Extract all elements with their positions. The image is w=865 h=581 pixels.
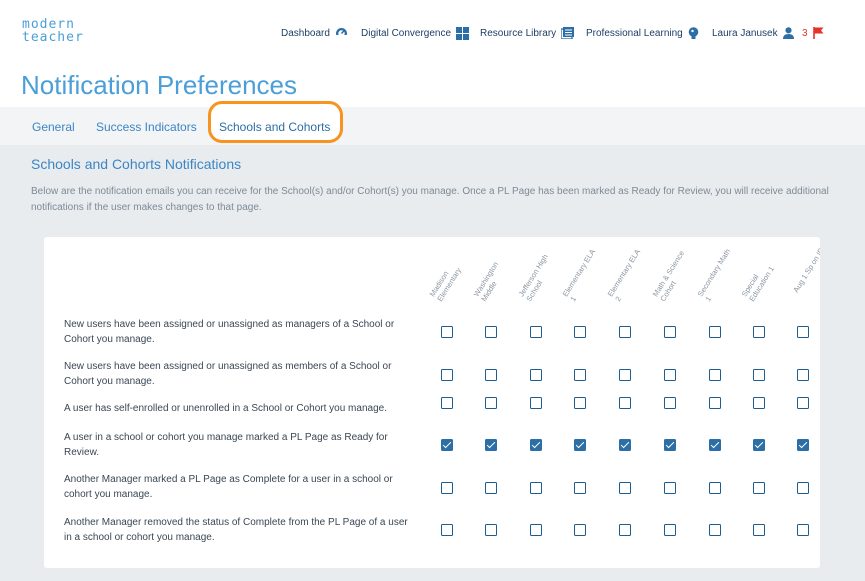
nav-resource-library-label: Resource Library <box>480 27 557 39</box>
row-label: Another Manager marked a PL Page as Comp… <box>64 474 393 500</box>
notification-checkbox[interactable] <box>709 326 721 338</box>
notification-checkbox[interactable] <box>664 524 676 536</box>
column-header: Special Education 1 <box>739 264 776 303</box>
notification-checkbox[interactable] <box>530 326 542 338</box>
modern-teacher-logo[interactable]: modern teacher <box>22 18 84 44</box>
column-header: Washington Middle <box>471 260 501 303</box>
notification-checkbox[interactable] <box>797 369 809 381</box>
row-label: A user in a school or cohort you manage … <box>64 432 388 458</box>
notification-checkbox[interactable] <box>441 369 453 381</box>
notification-checkbox[interactable] <box>797 326 809 338</box>
notification-checkbox[interactable] <box>664 439 676 451</box>
notification-checkbox[interactable] <box>797 439 809 451</box>
notification-checkbox[interactable] <box>709 369 721 381</box>
notification-checkbox[interactable] <box>753 482 765 494</box>
notification-checkbox[interactable] <box>441 397 453 409</box>
notification-checkbox[interactable] <box>664 326 676 338</box>
notification-checkbox[interactable] <box>797 524 809 536</box>
notification-checkbox[interactable] <box>753 397 765 409</box>
notification-checkbox[interactable] <box>797 482 809 494</box>
top-header: modern teacher Dashboard Digital Converg… <box>0 0 865 107</box>
notification-checkbox[interactable] <box>530 397 542 409</box>
notification-checkbox[interactable] <box>441 482 453 494</box>
notification-checkbox[interactable] <box>709 439 721 451</box>
notification-checkbox[interactable] <box>574 369 586 381</box>
notification-checkbox[interactable] <box>485 524 497 536</box>
section-description: Below are the notification emails you ca… <box>31 186 829 213</box>
notification-checkbox[interactable] <box>574 326 586 338</box>
notification-checkbox[interactable] <box>753 439 765 451</box>
flag-icon <box>812 27 824 39</box>
user-name: Laura Janusek <box>712 27 778 39</box>
nav-dashboard-label: Dashboard <box>281 27 330 39</box>
row-label: New users have been assigned or unassign… <box>64 361 392 387</box>
notification-checkbox[interactable] <box>797 397 809 409</box>
row-label: New users have been assigned or unassign… <box>64 319 395 345</box>
nav-digital-convergence[interactable]: Digital Convergence <box>361 27 470 40</box>
notification-checkbox[interactable] <box>485 397 497 409</box>
lightbulb-icon <box>688 27 699 39</box>
notification-checkbox[interactable] <box>664 369 676 381</box>
gauge-icon <box>334 28 348 39</box>
notification-matrix-card: Madison Elementary Washington Middle Jeffe… <box>44 237 820 568</box>
nav-digital-convergence-label: Digital Convergence <box>361 28 452 39</box>
user-icon <box>782 27 794 39</box>
row-label: A user has self-enrolled or unenrolled i… <box>64 403 387 414</box>
column-header: Math & Science Cohort <box>650 248 687 303</box>
notification-checkbox[interactable] <box>485 369 497 381</box>
notifications[interactable]: 3 <box>802 27 824 39</box>
column-header: Jefferson High School <box>516 252 550 303</box>
notification-checkbox[interactable] <box>619 397 631 409</box>
library-icon <box>561 27 575 39</box>
notification-checkbox[interactable] <box>664 397 676 409</box>
notification-checkbox[interactable] <box>709 524 721 536</box>
notification-checkbox[interactable] <box>485 482 497 494</box>
notification-checkbox[interactable] <box>530 524 542 536</box>
row-label: Another Manager removed the status of Co… <box>64 517 408 543</box>
column-header: Madison Elementary <box>427 266 464 303</box>
notification-checkbox[interactable] <box>619 524 631 536</box>
notification-checkbox[interactable] <box>709 482 721 494</box>
notification-checkbox[interactable] <box>753 326 765 338</box>
notification-checkbox[interactable] <box>441 439 453 451</box>
column-header: Elementary ELA 1 <box>560 247 597 303</box>
notification-checkbox[interactable] <box>574 439 586 451</box>
notification-count: 3 <box>802 27 808 39</box>
tab-general[interactable]: General <box>32 120 75 134</box>
page-title: Notification Preferences <box>21 70 298 100</box>
notification-checkbox[interactable] <box>619 369 631 381</box>
user-menu[interactable]: Laura Janusek <box>712 27 794 39</box>
tab-schools-and-cohorts[interactable]: Schools and Cohorts <box>219 120 330 134</box>
notification-checkbox[interactable] <box>574 482 586 494</box>
notification-checkbox[interactable] <box>709 397 721 409</box>
notification-checkbox[interactable] <box>619 439 631 451</box>
tab-success-indicators[interactable]: Success Indicators <box>96 120 197 134</box>
tab-bar: General Success Indicators <box>0 107 865 145</box>
notification-checkbox[interactable] <box>530 482 542 494</box>
section-heading: Schools and Cohorts Notifications <box>31 156 242 172</box>
notification-checkbox[interactable] <box>574 524 586 536</box>
notification-checkbox[interactable] <box>485 439 497 451</box>
notification-checkbox[interactable] <box>753 369 765 381</box>
column-header: Elementary ELA 2 <box>605 247 642 303</box>
notification-checkbox[interactable] <box>485 326 497 338</box>
notification-checkbox[interactable] <box>441 326 453 338</box>
logo-line-2: teacher <box>22 30 84 45</box>
nav-dashboard[interactable]: Dashboard <box>281 27 348 39</box>
nav-professional-learning-label: Professional Learning <box>586 28 683 39</box>
notification-checkbox[interactable] <box>619 482 631 494</box>
nav-professional-learning[interactable]: Professional Learning <box>586 27 699 40</box>
notification-checkbox[interactable] <box>530 369 542 381</box>
column-header: Aug 1 Sp on IP <box>791 246 820 294</box>
notification-checkbox[interactable] <box>619 326 631 338</box>
notification-checkbox[interactable] <box>664 482 676 494</box>
grid-icon <box>456 27 470 40</box>
column-header: Secondary Math 1 <box>695 247 733 303</box>
notification-checkbox[interactable] <box>441 524 453 536</box>
notification-checkbox[interactable] <box>753 524 765 536</box>
notification-checkbox[interactable] <box>574 397 586 409</box>
nav-resource-library[interactable]: Resource Library <box>480 27 575 39</box>
notification-checkbox[interactable] <box>530 439 542 451</box>
